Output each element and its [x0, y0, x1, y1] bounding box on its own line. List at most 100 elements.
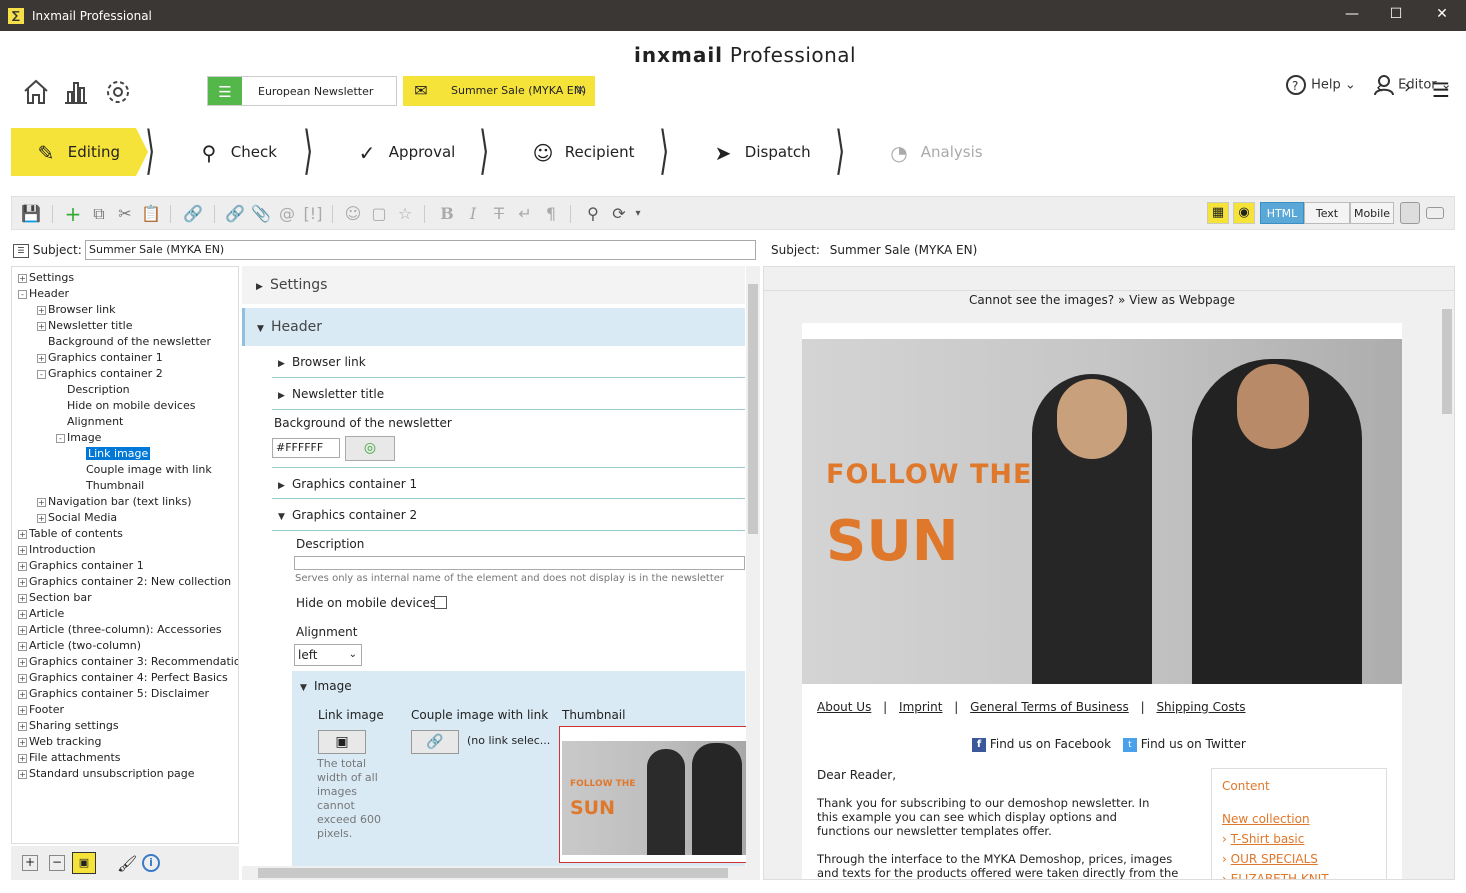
shipping-link[interactable]: Shipping Costs: [1156, 700, 1245, 714]
cut-icon[interactable]: ✂: [114, 203, 136, 225]
editor-vertical-scrollbar[interactable]: [746, 266, 760, 866]
tree-expand-icon[interactable]: +: [18, 273, 27, 283]
view-as-webpage-link[interactable]: Cannot see the images? » View as Webpage: [764, 293, 1440, 307]
tree-node[interactable]: + Navigation bar (text links): [37, 494, 192, 510]
phone-portrait-icon[interactable]: [1400, 202, 1420, 224]
scroll-thumb[interactable]: [748, 284, 758, 534]
description-input[interactable]: [294, 556, 745, 570]
tree-node[interactable]: + Web tracking: [18, 734, 101, 750]
forward-arrow-icon[interactable]: ›: [1404, 77, 1411, 98]
tree-collapse-icon[interactable]: -: [37, 369, 46, 379]
tree-node[interactable]: Background of the newsletter: [37, 334, 211, 350]
element-browser-link[interactable]: ▶ Browser link: [272, 346, 745, 378]
tree-node[interactable]: - Graphics container 2: [37, 366, 163, 382]
tree-node[interactable]: Description: [56, 382, 130, 398]
about-us-link[interactable]: About Us: [817, 700, 871, 714]
tree-node[interactable]: + Graphics container 3: Recommendation: [18, 654, 238, 670]
element-graphics-container-1[interactable]: ▶ Graphics container 1: [272, 467, 745, 499]
tree-node[interactable]: + Footer: [18, 702, 64, 718]
tree-node[interactable]: + Introduction: [18, 542, 96, 558]
tree-expand-icon[interactable]: +: [18, 577, 27, 587]
element-graphics-container-2[interactable]: ▼ Graphics container 2: [272, 499, 745, 531]
tree-node[interactable]: + Graphics container 1: [37, 350, 163, 366]
tree-node[interactable]: + Graphics container 5: Disclaimer: [18, 686, 209, 702]
imprint-link[interactable]: Imprint: [899, 700, 942, 714]
preview-eye-icon[interactable]: ◉: [1233, 202, 1255, 224]
tree-node[interactable]: + Sharing settings: [18, 718, 119, 734]
info-icon[interactable]: i: [142, 854, 160, 872]
section-header[interactable]: ▼ Header: [242, 308, 745, 346]
content-link-specials[interactable]: › OUR SPECIALS: [1222, 852, 1318, 866]
scroll-thumb[interactable]: [1442, 309, 1452, 414]
tree-expand-icon[interactable]: +: [37, 513, 46, 523]
tree-node[interactable]: + Newsletter title: [37, 318, 132, 334]
add-icon[interactable]: +: [62, 203, 84, 225]
home-icon[interactable]: [22, 78, 50, 106]
tree-expand-icon[interactable]: +: [18, 609, 27, 619]
twitter-link[interactable]: Find us on Twitter: [1141, 737, 1246, 751]
level-one-icon[interactable]: ▣: [72, 852, 96, 874]
phone-landscape-icon[interactable]: [1426, 207, 1444, 219]
save-icon[interactable]: 💾: [20, 203, 42, 225]
dropdown-arrow-icon[interactable]: ▾: [632, 203, 644, 225]
tree-node[interactable]: + Settings: [18, 270, 74, 286]
preview-vertical-scrollbar[interactable]: [1440, 293, 1454, 879]
twitter-icon[interactable]: t: [1122, 737, 1137, 752]
help-menu[interactable]: ? Help ⌄: [1285, 74, 1356, 96]
tree-node[interactable]: + File attachments: [18, 750, 121, 766]
brush-icon[interactable]: 🖌: [117, 854, 137, 873]
tree-expand-icon[interactable]: +: [37, 497, 46, 507]
tree-node[interactable]: + Graphics container 2: New collection: [18, 574, 231, 590]
content-link-tshirt[interactable]: › T-Shirt basic: [1222, 832, 1304, 846]
editor-horizontal-scrollbar[interactable]: [242, 866, 760, 880]
alignment-select[interactable]: left ⌄: [294, 644, 362, 666]
facebook-link[interactable]: Find us on Facebook: [990, 737, 1111, 751]
tree-expand-icon[interactable]: +: [18, 753, 27, 763]
content-link-knit[interactable]: › ELIZABETH KNIT: [1222, 872, 1329, 879]
close-tab-icon[interactable]: ✕: [575, 76, 586, 106]
tree-expand-icon[interactable]: +: [18, 625, 27, 635]
structure-view-icon[interactable]: ▦: [1207, 202, 1229, 224]
tree-expand-icon[interactable]: +: [37, 353, 46, 363]
text-view-button[interactable]: Text: [1304, 202, 1350, 224]
tree-node[interactable]: + Graphics container 1: [18, 558, 144, 574]
tree-expand-icon[interactable]: +: [18, 721, 27, 731]
tree-collapse-icon[interactable]: -: [56, 433, 65, 443]
background-color-input[interactable]: #FFFFFF: [272, 438, 340, 458]
facebook-icon[interactable]: f: [972, 737, 986, 752]
hide-mobile-checkbox[interactable]: [434, 596, 447, 609]
scroll-thumb[interactable]: [258, 868, 728, 878]
tree-node[interactable]: Alignment: [56, 414, 123, 430]
image-picker-icon[interactable]: ▣: [318, 730, 366, 754]
tree-node[interactable]: + Browser link: [37, 302, 116, 318]
find-icon[interactable]: ⚲: [582, 203, 604, 225]
tree-node[interactable]: + Graphics container 4: Perfect Basics: [18, 670, 228, 686]
tree-expand-icon[interactable]: +: [18, 769, 27, 779]
statistics-icon[interactable]: [62, 78, 90, 106]
hero-image[interactable]: FOLLOW THE SUN: [802, 339, 1402, 684]
tree-node[interactable]: + Article (three-column): Accessories: [18, 622, 222, 638]
tree-node[interactable]: + Table of contents: [18, 526, 123, 542]
tree-node[interactable]: + Social Media: [37, 510, 117, 526]
workflow-step-editing[interactable]: ✎ Editing: [11, 128, 136, 176]
tree-node[interactable]: + Article (two-column): [18, 638, 141, 654]
tree-node[interactable]: + Standard unsubscription page: [18, 766, 195, 782]
tree-expand-icon[interactable]: +: [18, 689, 27, 699]
terms-link[interactable]: General Terms of Business: [970, 700, 1129, 714]
tree-expand-icon[interactable]: +: [18, 561, 27, 571]
element-image[interactable]: ▼ Image: [292, 671, 745, 701]
expand-all-icon[interactable]: +: [22, 855, 38, 871]
tree-expand-icon[interactable]: +: [18, 593, 27, 603]
tree-node[interactable]: Thumbnail: [75, 478, 144, 494]
tree-node[interactable]: - Image: [56, 430, 101, 446]
content-link-new-collection[interactable]: New collection: [1222, 812, 1310, 826]
tree-expand-icon[interactable]: +: [18, 673, 27, 683]
tree-expand-icon[interactable]: +: [37, 305, 46, 315]
minimize-button[interactable]: —: [1342, 6, 1362, 22]
tree-expand-icon[interactable]: +: [18, 545, 27, 555]
workflow-step-dispatch[interactable]: ➤ Dispatch: [706, 128, 811, 176]
tree-node[interactable]: Hide on mobile devices: [56, 398, 195, 414]
tree-expand-icon[interactable]: +: [18, 705, 27, 715]
tree-node[interactable]: Link image: [75, 446, 151, 462]
mobile-view-button[interactable]: Mobile: [1350, 202, 1394, 224]
